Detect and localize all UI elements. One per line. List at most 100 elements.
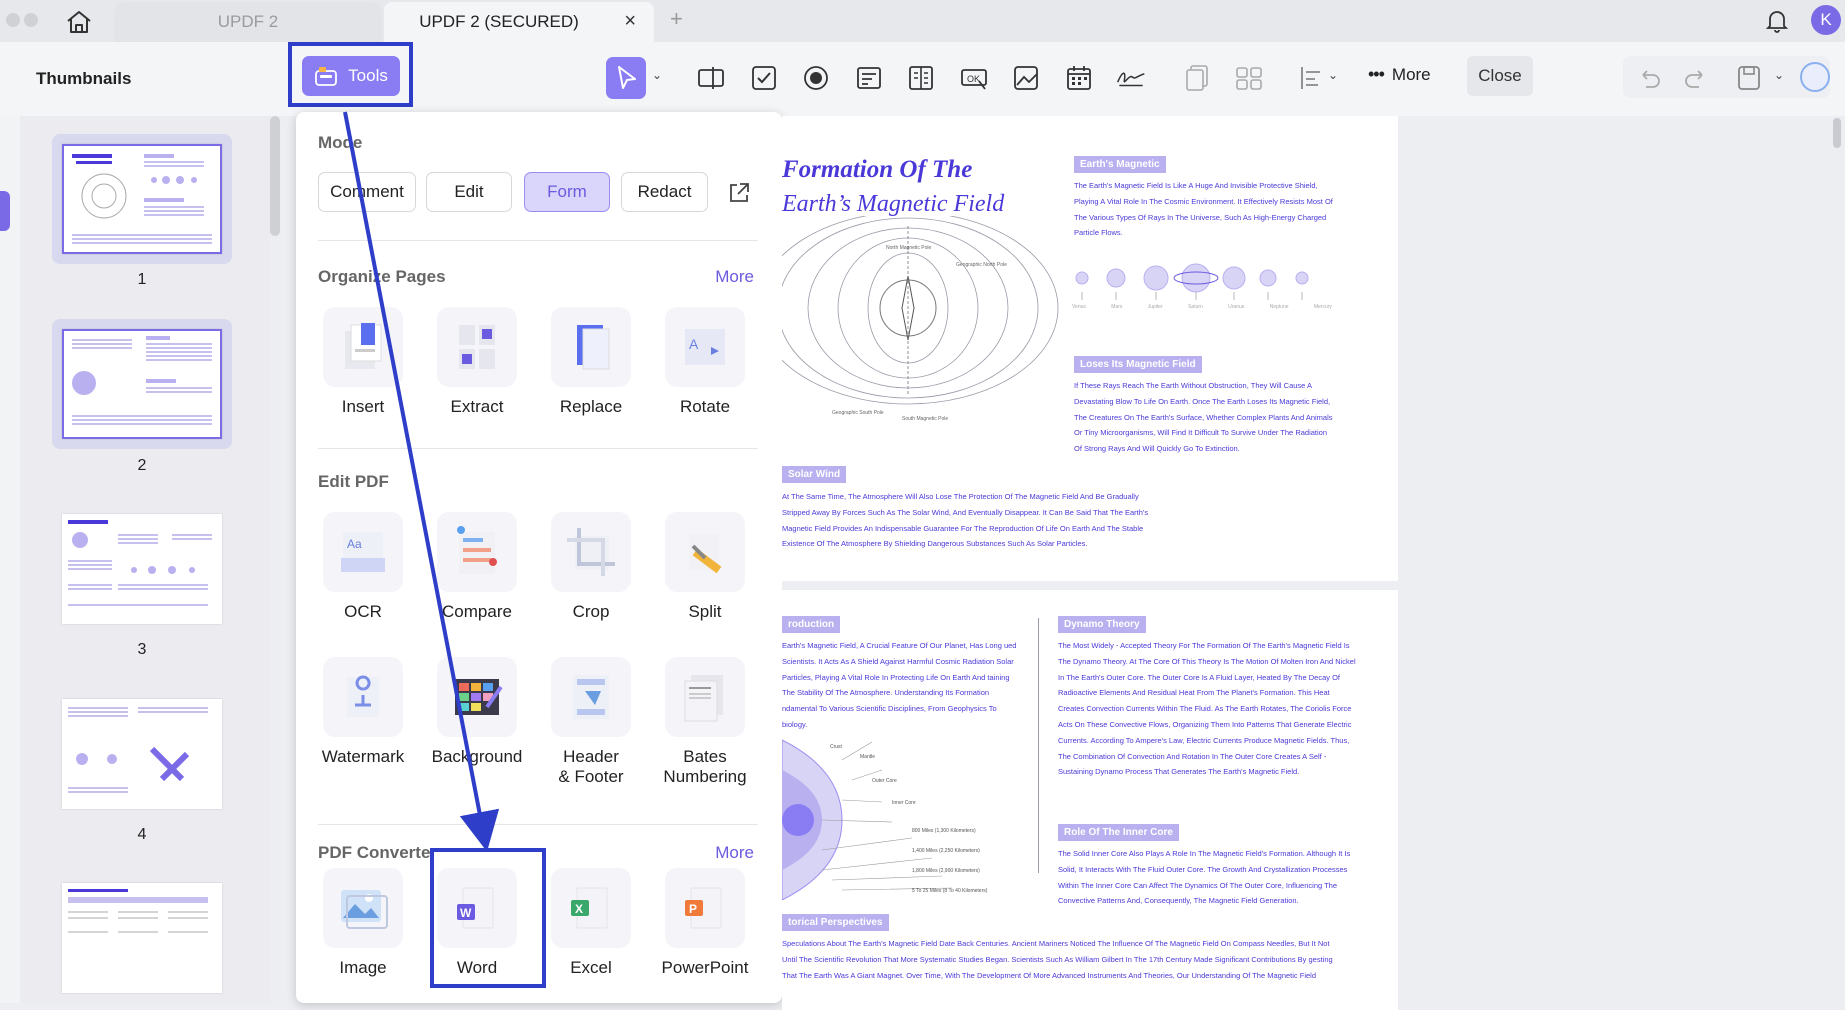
ai-assistant-icon[interactable] [1800,62,1830,92]
more-dots-icon: ••• [1368,64,1385,84]
document-viewport: Formation Of The Earth’s Magnetic Field … [782,116,1845,1010]
tab-updf2-secured[interactable]: UPDF 2 (SECURED) × [384,2,654,42]
paragraph: The Solid Inner Core Also Plays A Role I… [1058,849,1351,906]
tool-watermark[interactable]: Watermark [311,657,415,767]
converter-section-title: PDF Converter [318,843,438,862]
undo-icon[interactable] [1634,63,1664,93]
tools-button[interactable]: Tools [302,56,400,96]
mode-redact-button[interactable]: Redact [621,172,708,212]
divider [318,824,758,825]
chevron-down-icon[interactable]: ⌄ [1774,68,1784,82]
text-field-icon[interactable] [696,63,726,93]
converter-more-link[interactable]: More [715,843,754,863]
tool-compare[interactable]: Compare [425,512,529,622]
checkbox-icon[interactable] [749,63,779,93]
thumbnail-page-2[interactable] [52,319,232,449]
tool-insert[interactable]: Insert [311,307,415,417]
more-button[interactable]: ••• More [1368,64,1431,85]
signature-icon[interactable] [1116,63,1152,93]
paragraph: Speculations About The Earth's Magnetic … [782,939,1333,980]
diagram-label: Outer Core [872,778,897,784]
tool-image[interactable]: Image [311,868,415,978]
tool-header-footer[interactable]: Header & Footer [539,657,643,787]
avatar[interactable]: K [1811,5,1841,35]
tool-label: PowerPoint [661,958,749,977]
tool-extract[interactable]: Extract [425,307,529,417]
thumbnails-scrollbar[interactable] [270,116,280,236]
align-icon[interactable] [1296,63,1326,93]
chevron-down-icon[interactable]: ⌄ [1328,68,1338,82]
new-tab-button[interactable]: + [670,6,683,32]
organize-more-link[interactable]: More [715,267,754,287]
tool-background[interactable]: Background [425,657,529,767]
diagram-label: 800 Miles (1,300 Kilometers) [912,828,976,834]
thumbnail-page-4[interactable] [52,689,232,819]
tab-updf2[interactable]: UPDF 2 [114,2,382,42]
svg-text:X: X [575,902,583,916]
window-control-close[interactable] [6,13,20,27]
thumbnail-page-1[interactable] [52,134,232,264]
mode-comment-button[interactable]: Comment [318,172,416,212]
document-page-1: Formation Of The Earth’s Magnetic Field … [782,116,1398,581]
rotate-icon: A [665,307,745,387]
column-divider [1038,618,1039,873]
close-button[interactable]: Close [1467,56,1533,96]
window-control-minimize[interactable] [24,13,38,27]
tool-label: Split [688,602,722,621]
tool-label: Compare [442,602,512,621]
svg-text:Aa: Aa [347,537,362,551]
diagram-label: North Magnetic Pole [886,245,932,251]
thumbnail-page-5[interactable] [52,873,232,1003]
tool-powerpoint[interactable]: P PowerPoint [653,868,757,978]
radio-button-icon[interactable] [801,63,831,93]
duplicate-icon[interactable] [1182,63,1212,93]
chevron-down-icon[interactable]: ⌄ [652,68,662,82]
redo-icon[interactable] [1681,63,1711,93]
tab-label: UPDF 2 [217,12,279,31]
diagram-label: Geographic South Pole [832,410,884,416]
tool-crop[interactable]: Crop [539,512,643,622]
tab-close-icon[interactable]: × [624,10,636,33]
planet-label: Uranus [1228,304,1245,310]
tool-split[interactable]: Split [653,512,757,622]
section-tag: Solar Wind [782,466,847,483]
tool-replace[interactable]: Replace [539,307,643,417]
image-icon [323,868,403,948]
split-icon [665,512,745,592]
tool-bates-numbering[interactable]: Bates Numbering [653,657,757,787]
thumbnail-image [62,329,222,439]
list-box-icon[interactable] [906,63,936,93]
thumbnail-page-3[interactable] [52,504,232,634]
save-icon[interactable] [1734,63,1764,93]
tool-ocr[interactable]: Aa OCR [311,512,415,622]
date-field-icon[interactable] [1064,63,1094,93]
svg-text:OK: OK [967,74,980,84]
replace-icon [551,307,631,387]
planet-labels: Venus Mars Jupiter Saturn Uranus Neptune… [1072,304,1332,310]
sidebar-toggle[interactable] [0,191,10,231]
thumbnail-image [62,514,222,624]
bell-icon[interactable] [1764,8,1790,34]
section-tag: roduction [782,616,841,633]
grid-icon[interactable] [1234,63,1264,93]
document-scrollbar[interactable] [1833,118,1841,148]
button-field-icon[interactable]: OK [959,63,989,93]
mode-form-button[interactable]: Form [524,172,610,212]
external-link-icon[interactable] [726,180,752,206]
diagram-label: 1,400 Miles (2,250 Kilometers) [912,848,980,854]
edit-section-title: Edit PDF [318,472,389,491]
planet-label: Venus [1072,304,1086,310]
mode-edit-button[interactable]: Edit [426,172,512,212]
tool-rotate[interactable]: A Rotate [653,307,757,417]
tool-excel[interactable]: X Excel [539,868,643,978]
paragraph: Earth's Magnetic Field, A Crucial Featur… [782,641,1017,729]
tool-label: Image [339,958,387,977]
crop-icon [551,512,631,592]
page-title-line1: Formation Of The [782,156,973,183]
annotation-highlight-word [430,848,546,988]
select-tool-button[interactable] [606,57,646,99]
image-field-icon[interactable] [1011,63,1041,93]
home-icon[interactable] [64,9,94,35]
background-icon [437,657,517,737]
combo-box-icon[interactable] [854,63,884,93]
